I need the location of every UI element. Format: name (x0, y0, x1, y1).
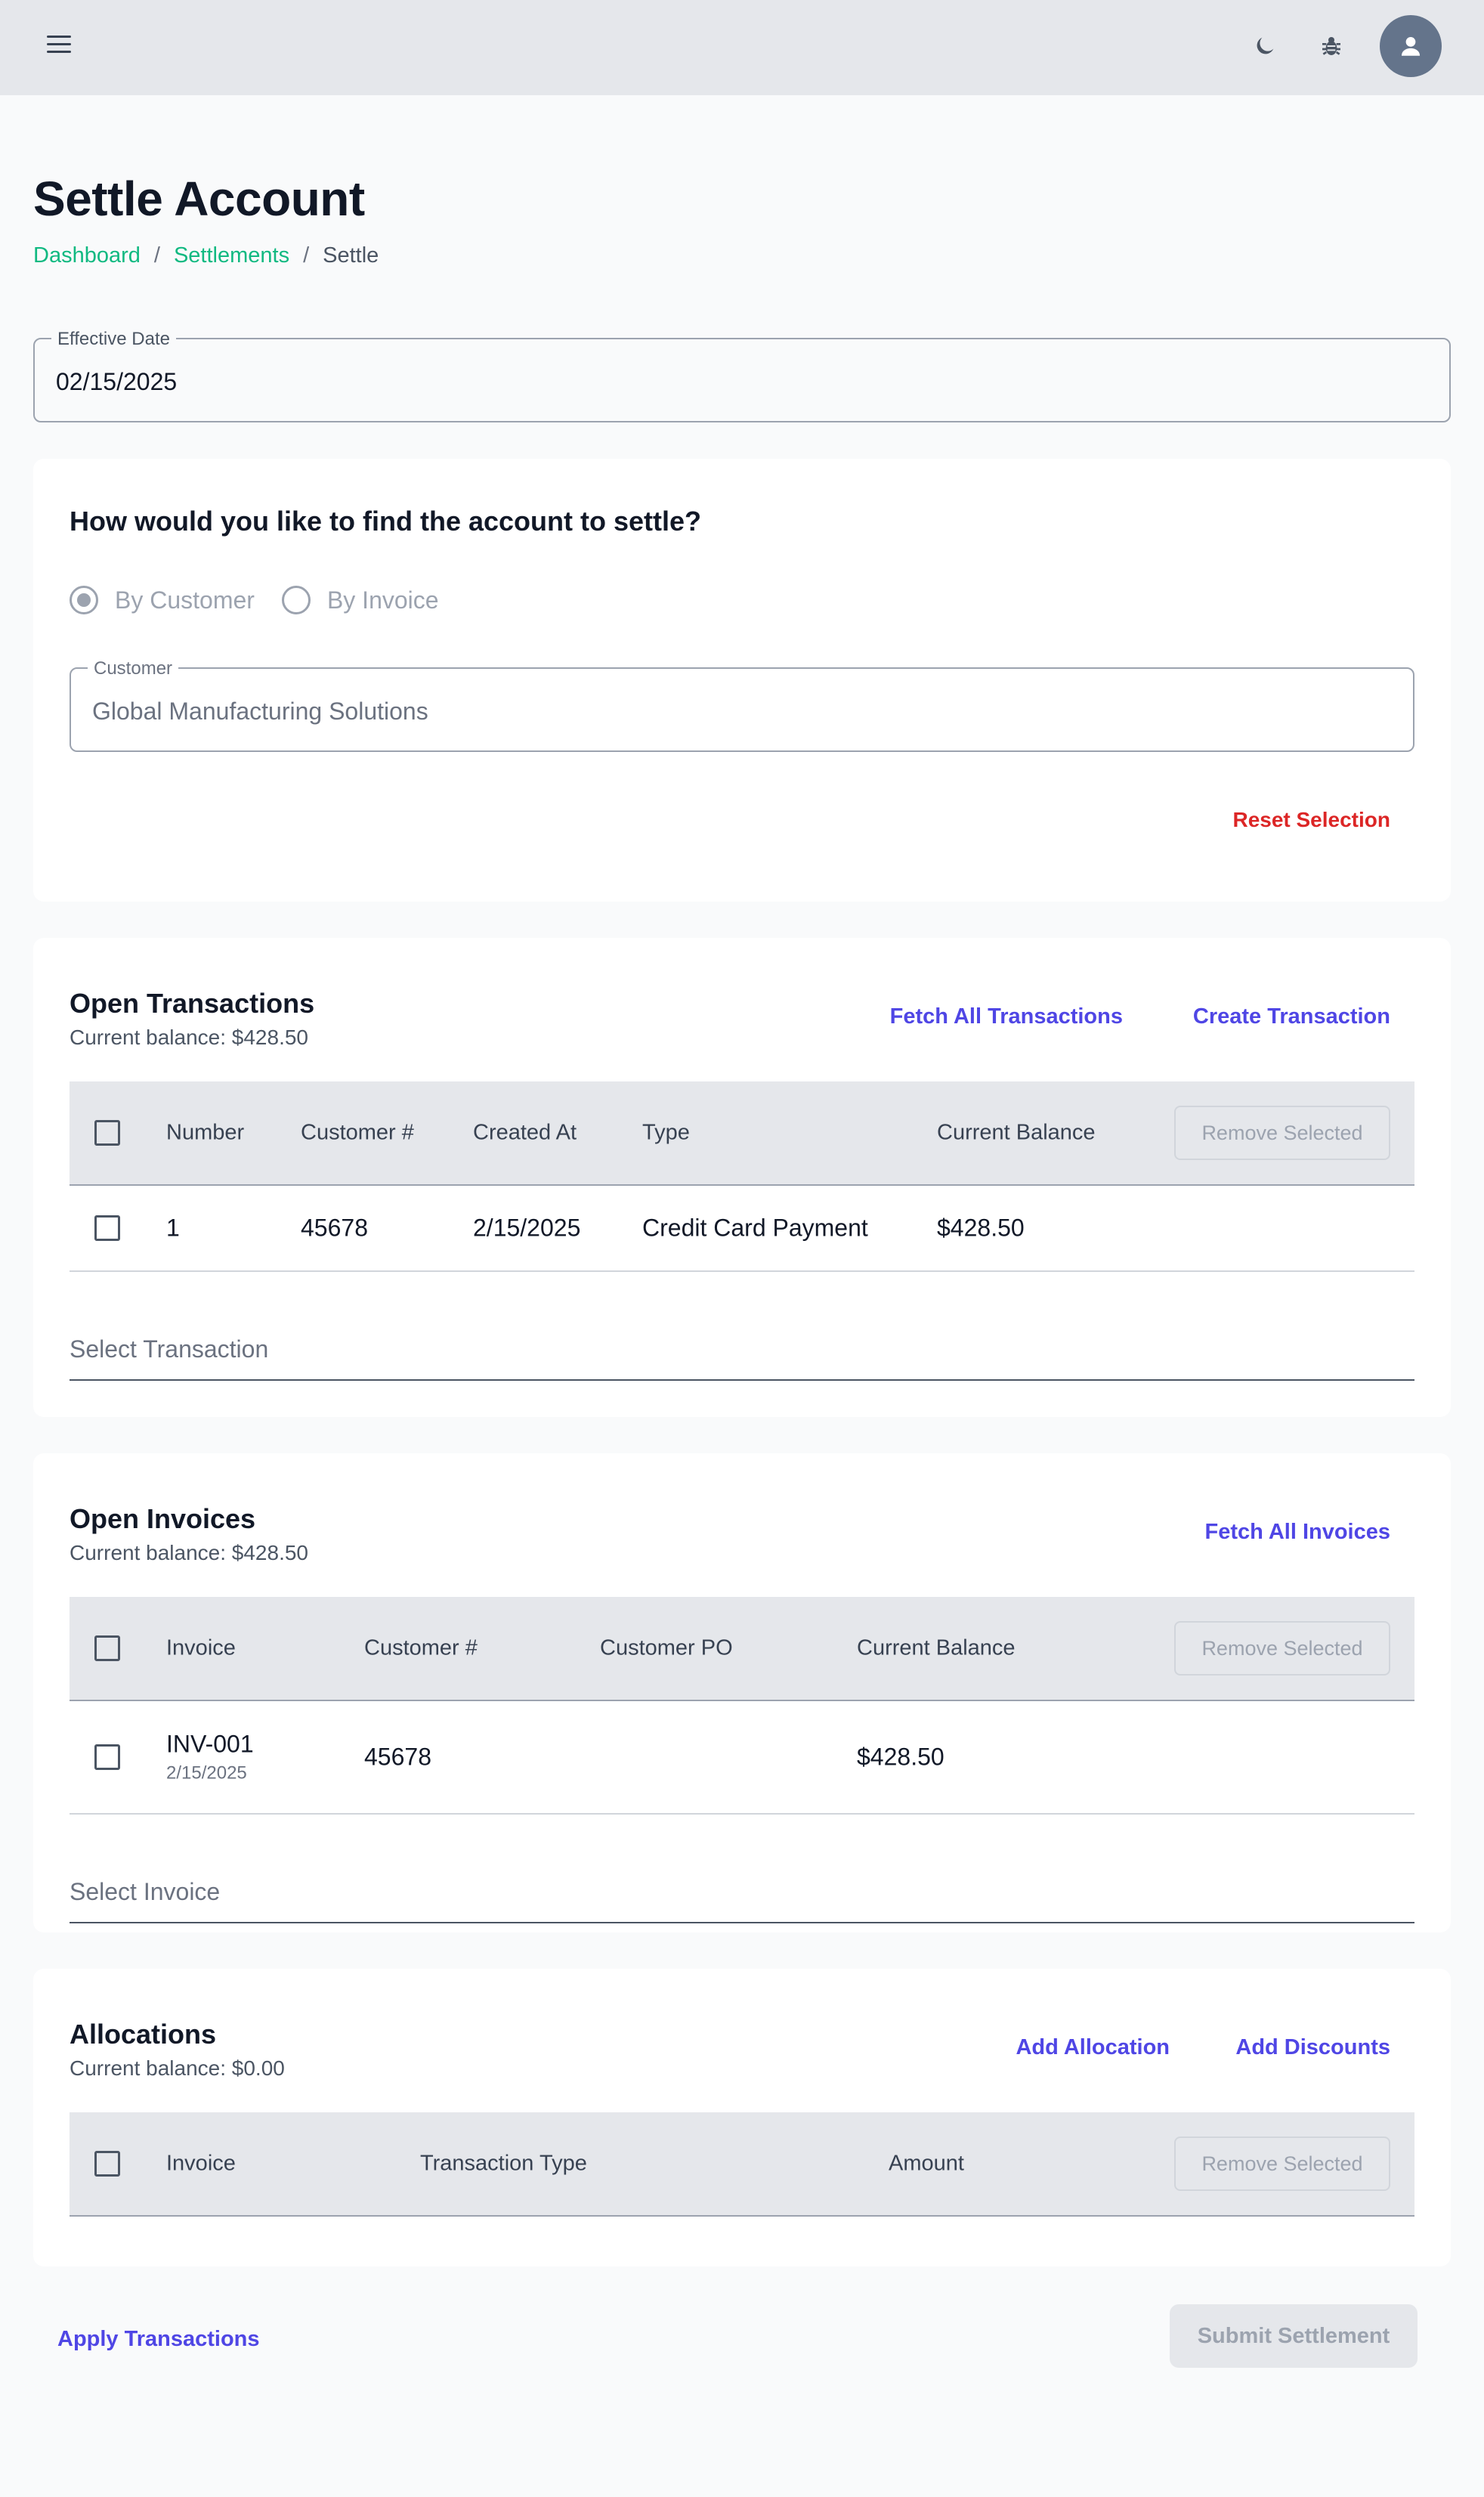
invoice-customer: 45678 (364, 1743, 431, 1771)
fetch-all-transactions-button[interactable]: Fetch All Transactions (890, 1004, 1123, 1029)
breadcrumb-separator: / (303, 243, 310, 268)
transactions-table: Number Customer # Created At Type Curren… (70, 1081, 1414, 1272)
invoice-balance: $428.50 (857, 1743, 945, 1771)
reset-selection-button[interactable]: Reset Selection (1232, 808, 1390, 832)
select-all-checkbox[interactable] (94, 1120, 120, 1146)
transaction-number: 1 (166, 1214, 180, 1242)
header-actions (1247, 15, 1442, 77)
find-account-card: How would you like to find the account t… (33, 459, 1451, 902)
column-header: Current Balance (937, 1120, 1096, 1145)
invoices-table: Invoice Customer # Customer PO Current B… (70, 1597, 1414, 1815)
apply-transactions-button[interactable]: Apply Transactions (57, 2327, 260, 2352)
submit-settlement-button[interactable]: Submit Settlement (1170, 2304, 1418, 2368)
open-invoices-title: Open Invoices (70, 1503, 256, 1534)
fetch-all-invoices-button[interactable]: Fetch All Invoices (1205, 1520, 1391, 1545)
breadcrumb-dashboard[interactable]: Dashboard (33, 243, 141, 268)
transaction-balance: $428.50 (937, 1214, 1025, 1242)
top-app-bar (0, 0, 1484, 95)
invoice-date: 2/15/2025 (166, 1762, 247, 1784)
column-header: Customer # (364, 1635, 478, 1660)
select-transaction-input[interactable]: Select Transaction (70, 1329, 1414, 1381)
column-header: Number (166, 1120, 245, 1145)
create-transaction-button[interactable]: Create Transaction (1193, 1004, 1390, 1029)
column-header: Created At (473, 1120, 577, 1145)
breadcrumb-separator: / (153, 243, 160, 268)
open-invoices-balance: Current balance: $428.50 (70, 1541, 308, 1564)
column-header: Invoice (166, 1635, 236, 1660)
column-header: Customer # (301, 1120, 414, 1145)
table-row[interactable]: INV-001 2/15/2025 45678 $428.50 (70, 1701, 1414, 1815)
select-invoice-input[interactable]: Select Invoice (70, 1872, 1414, 1923)
open-transactions-card: Open Transactions Current balance: $428.… (33, 938, 1451, 1417)
column-header: Current Balance (857, 1635, 1016, 1660)
remove-selected-button[interactable]: Remove Selected (1174, 1621, 1390, 1675)
add-allocation-button[interactable]: Add Allocation (1016, 2035, 1170, 2060)
breadcrumb-current: Settle (323, 243, 379, 268)
open-transactions-balance: Current balance: $428.50 (70, 1026, 308, 1049)
page-content: Settle Account Dashboard / Settlements /… (0, 171, 1484, 2403)
customer-label: Customer (88, 658, 179, 679)
column-header: Invoice (166, 2151, 236, 2176)
transaction-created-at: 2/15/2025 (473, 1214, 581, 1242)
hamburger-menu-icon[interactable] (47, 36, 74, 58)
transaction-customer: 45678 (301, 1214, 368, 1242)
effective-date-field[interactable]: Effective Date 02/15/2025 (33, 329, 1451, 422)
table-header: Invoice Customer # Customer PO Current B… (70, 1597, 1414, 1701)
customer-value: Global Manufacturing Solutions (92, 698, 428, 725)
column-header: Transaction Type (420, 2151, 587, 2176)
customer-field[interactable]: Customer Global Manufacturing Solutions (70, 658, 1414, 752)
transaction-type: Credit Card Payment (642, 1214, 868, 1242)
allocations-title: Allocations (70, 2019, 217, 2050)
radio-by-invoice-label: By Invoice (326, 586, 439, 614)
column-header: Customer PO (600, 1635, 733, 1660)
radio-by-customer-label: By Customer (115, 586, 255, 614)
open-transactions-title: Open Transactions (70, 988, 315, 1019)
row-checkbox[interactable] (94, 1744, 120, 1770)
effective-date-value: 02/15/2025 (56, 368, 178, 395)
page-title: Settle Account (33, 172, 365, 226)
radio-by-invoice[interactable] (281, 586, 311, 614)
bug-icon[interactable] (1313, 28, 1350, 64)
avatar[interactable] (1380, 15, 1442, 77)
row-checkbox[interactable] (94, 1215, 120, 1241)
breadcrumb: Dashboard / Settlements / Settle (33, 243, 1451, 268)
radio-by-customer[interactable] (70, 586, 98, 614)
moon-icon[interactable] (1247, 28, 1283, 64)
column-header: Type (642, 1120, 690, 1145)
select-all-checkbox[interactable] (94, 1635, 120, 1661)
remove-selected-button[interactable]: Remove Selected (1174, 2137, 1390, 2191)
effective-date-label: Effective Date (51, 329, 176, 350)
find-method-radio-group: By Customer By Invoice (70, 586, 466, 614)
breadcrumb-settlements[interactable]: Settlements (174, 243, 289, 268)
user-icon (1401, 36, 1421, 56)
table-header: Number Customer # Created At Type Curren… (70, 1081, 1414, 1186)
find-account-question: How would you like to find the account t… (70, 506, 702, 537)
allocations-table: Invoice Transaction Type Amount Remove S… (70, 2112, 1414, 2217)
footer-actions: Apply Transactions Submit Settlement (33, 2266, 1451, 2403)
column-header: Amount (889, 2151, 964, 2176)
table-header: Invoice Transaction Type Amount Remove S… (70, 2112, 1414, 2217)
allocations-card: Allocations Current balance: $0.00 Add A… (33, 1969, 1451, 2266)
open-invoices-card: Open Invoices Current balance: $428.50 F… (33, 1453, 1451, 1932)
allocations-balance: Current balance: $0.00 (70, 2056, 285, 2080)
select-all-checkbox[interactable] (94, 2151, 120, 2177)
invoice-cell: INV-001 2/15/2025 (166, 1731, 254, 1784)
table-row[interactable]: 1 45678 2/15/2025 Credit Card Payment $4… (70, 1186, 1414, 1272)
invoice-number: INV-001 (166, 1730, 254, 1758)
add-discounts-button[interactable]: Add Discounts (1235, 2035, 1390, 2060)
remove-selected-button[interactable]: Remove Selected (1174, 1106, 1390, 1160)
